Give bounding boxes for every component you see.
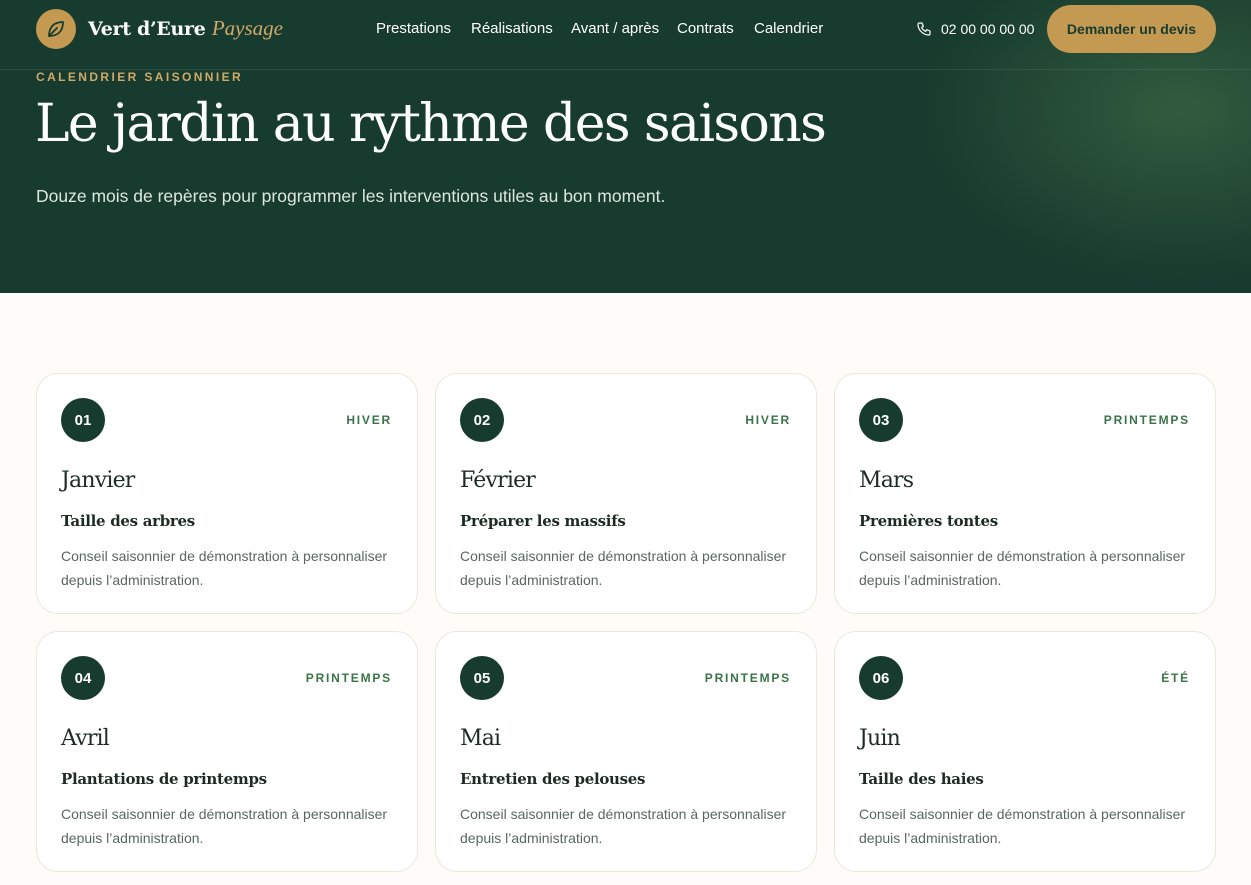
hero-section: Vert d’Eure Paysage Prestations Réalisat… bbox=[0, 0, 1251, 293]
season-label: PRINTEMPS bbox=[305, 671, 392, 685]
season-label: HIVER bbox=[745, 413, 791, 427]
month-task: Premières tontes bbox=[859, 512, 998, 530]
page-title: Le jardin au rythme des saisons bbox=[35, 94, 827, 154]
month-card: 03 PRINTEMPS Mars Premières tontes Conse… bbox=[834, 373, 1216, 614]
month-task: Préparer les massifs bbox=[460, 512, 626, 530]
month-name: Mai bbox=[460, 726, 501, 751]
month-number-badge: 05 bbox=[460, 656, 504, 700]
nav-item-prestations[interactable]: Prestations bbox=[376, 20, 451, 37]
season-label: PRINTEMPS bbox=[704, 671, 791, 685]
month-description: Conseil saisonnier de démonstration à pe… bbox=[61, 806, 388, 846]
month-name: Février bbox=[460, 468, 536, 493]
month-card: 01 HIVER Janvier Taille des arbres Conse… bbox=[36, 373, 418, 614]
month-description: Conseil saisonnier de démonstration à pe… bbox=[460, 548, 787, 588]
month-card: 05 PRINTEMPS Mai Entretien des pelouses … bbox=[435, 631, 817, 872]
month-description: Conseil saisonnier de démonstration à pe… bbox=[460, 806, 787, 846]
month-card: 02 HIVER Février Préparer les massifs Co… bbox=[435, 373, 817, 614]
month-number-badge: 04 bbox=[61, 656, 105, 700]
month-task: Plantations de printemps bbox=[61, 770, 267, 788]
month-number-badge: 01 bbox=[61, 398, 105, 442]
season-calendar-grid: 01 HIVER Janvier Taille des arbres Conse… bbox=[36, 373, 1216, 872]
month-description: Conseil saisonnier de démonstration à pe… bbox=[859, 806, 1186, 846]
phone-number: 02 00 00 00 00 bbox=[941, 21, 1035, 37]
season-label: PRINTEMPS bbox=[1103, 413, 1190, 427]
nav-item-realisations[interactable]: Réalisations bbox=[471, 20, 553, 37]
month-number-badge: 02 bbox=[460, 398, 504, 442]
hero-eyebrow: CALENDRIER SAISONNIER bbox=[36, 70, 244, 84]
month-card: 04 PRINTEMPS Avril Plantations de printe… bbox=[36, 631, 418, 872]
month-task: Entretien des pelouses bbox=[460, 770, 646, 788]
month-number-badge: 06 bbox=[859, 656, 903, 700]
month-description: Conseil saisonnier de démonstration à pe… bbox=[859, 548, 1186, 588]
month-task: Taille des haies bbox=[859, 770, 984, 788]
nav-item-avant-apres[interactable]: Avant / après bbox=[571, 20, 659, 37]
main-navigation: Vert d’Eure Paysage Prestations Réalisat… bbox=[0, 0, 1251, 70]
month-card: 06 ÉTÉ Juin Taille des haies Conseil sai… bbox=[834, 631, 1216, 872]
month-name: Mars bbox=[859, 468, 914, 493]
hero-subtitle: Douze mois de repères pour programmer le… bbox=[36, 186, 666, 206]
month-name: Avril bbox=[61, 726, 110, 751]
season-label: HIVER bbox=[346, 413, 392, 427]
request-quote-button[interactable]: Demander un devis bbox=[1047, 5, 1216, 53]
month-name: Juin bbox=[859, 726, 901, 751]
month-description: Conseil saisonnier de démonstration à pe… bbox=[61, 548, 388, 588]
nav-item-contrats[interactable]: Contrats bbox=[677, 20, 734, 37]
season-label: ÉTÉ bbox=[1161, 671, 1190, 685]
month-number-badge: 03 bbox=[859, 398, 903, 442]
month-task: Taille des arbres bbox=[61, 512, 195, 530]
nav-item-calendrier[interactable]: Calendrier bbox=[754, 20, 823, 37]
phone-icon bbox=[917, 22, 931, 36]
month-name: Janvier bbox=[61, 468, 135, 493]
